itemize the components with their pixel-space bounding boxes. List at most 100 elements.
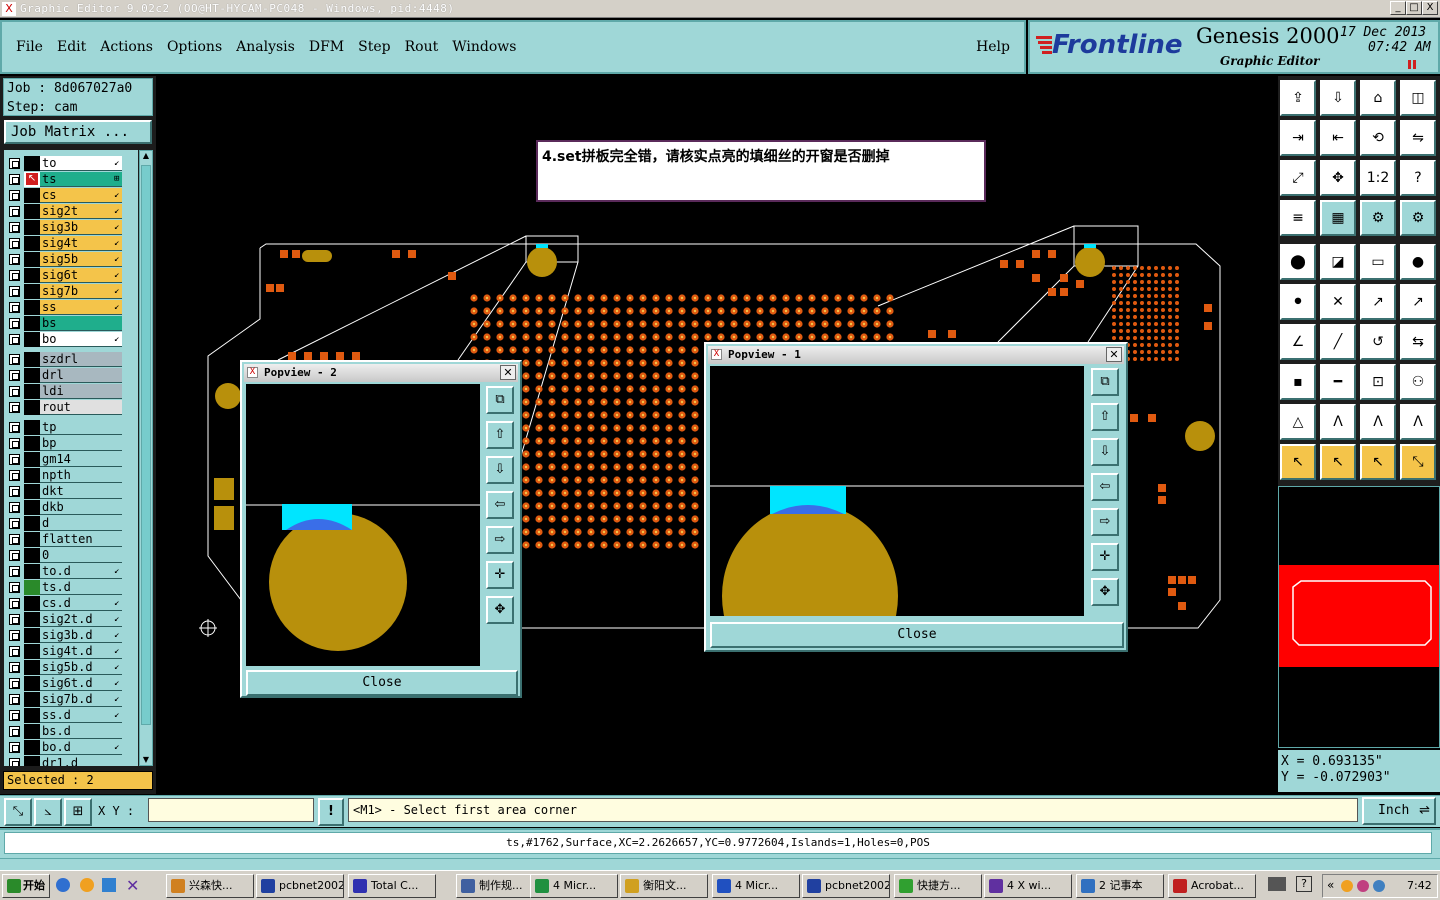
tray-expand-icon[interactable]: « [1327,878,1334,892]
layer-display-slot[interactable] [24,204,40,219]
layer-checkbox[interactable] [9,662,20,673]
taskbar-item[interactable]: 2 记事本 [1076,874,1164,898]
layer-checkbox[interactable] [9,238,20,249]
layer-name[interactable]: cs [40,188,122,203]
layer-checkbox[interactable] [9,402,20,413]
menu-actions[interactable]: Actions [100,39,153,55]
layer-row[interactable]: ts.d [4,580,138,595]
layer-row[interactable]: bs.d [4,724,138,739]
tray-icon[interactable] [1341,880,1353,892]
tool-icon[interactable]: Λ [1320,404,1356,440]
taskbar-item[interactable]: 4 X wi... [984,874,1072,898]
close-window-button[interactable]: X [1422,1,1438,15]
layer-row[interactable]: gm14 [4,452,138,467]
layer-checkbox[interactable] [9,270,20,281]
layer-display-slot[interactable] [24,436,40,451]
layer-checkbox[interactable] [9,302,20,313]
popview-2-view[interactable] [246,384,480,666]
layer-row[interactable]: cs ↙ [4,188,138,203]
zoom-in-icon[interactable]: ✛ [1091,543,1119,571]
layer-row[interactable]: ss.d ↙ [4,708,138,723]
taskbar-item[interactable]: Acrobat... [1168,874,1256,898]
menu-dfm[interactable]: DFM [309,39,344,55]
layer-row[interactable]: sig5b.d ↙ [4,660,138,675]
layer-display-slot[interactable] [24,596,40,611]
layer-checkbox[interactable] [9,678,20,689]
layer-name[interactable]: flatten [40,532,122,547]
layer-checkbox[interactable] [9,254,20,265]
units-toggle-icon[interactable]: ⇌ [1419,799,1430,823]
help-icon[interactable]: ? [1400,160,1436,196]
layer-row[interactable]: ldi [4,384,138,399]
layer-name[interactable]: sig4t [40,236,122,251]
layer-name[interactable]: sig5b.d [40,660,122,675]
tool-icon[interactable]: ⚫ [1280,284,1316,320]
scale-icon[interactable]: 1:2 [1360,160,1396,196]
tool-icon[interactable]: ⬤ [1280,244,1316,280]
layer-display-slot[interactable] [24,484,40,499]
layer-display-slot[interactable] [24,692,40,707]
layer-checkbox[interactable] [9,454,20,465]
layer-name[interactable]: ts [40,172,122,187]
layer-list-scrollbar[interactable]: ▲ ▼ [139,150,153,766]
menu-windows[interactable]: Windows [452,39,516,55]
layer-display-slot[interactable] [24,268,40,283]
layer-name[interactable]: ss.d [40,708,122,723]
layer-checkbox[interactable] [9,566,20,577]
alert-button[interactable]: ! [318,798,344,826]
home-icon[interactable]: ⌂ [1360,80,1396,116]
tool-icon[interactable]: ⇆ [1400,324,1436,360]
layer-row[interactable]: sig3b ↙ [4,220,138,235]
layer-row[interactable]: sig4t.d ↙ [4,644,138,659]
layer-row[interactable]: ss ↙ [4,300,138,315]
layer-display-slot[interactable] [24,316,40,331]
tool-icon[interactable]: ⇪ [1280,80,1316,116]
layer-row[interactable]: sig6t.d ↙ [4,676,138,691]
layer-name[interactable]: sig6t [40,268,122,283]
measure-icon[interactable]: ⦣ [34,798,62,826]
menu-file[interactable]: File [16,39,43,55]
tool-icon[interactable]: ⚇ [1400,364,1436,400]
zoom-fit-icon[interactable]: ⧉ [1091,368,1119,396]
layer-checkbox[interactable] [9,598,20,609]
layer-row[interactable]: szdrl [4,352,138,367]
layer-name[interactable]: bs [40,316,122,331]
layer-display-slot[interactable] [24,500,40,515]
layer-name[interactable]: sig3b [40,220,122,235]
layer-display-slot[interactable] [24,188,40,203]
layer-display-slot[interactable] [24,644,40,659]
layer-name[interactable]: ts.d [40,580,122,595]
layer-name[interactable]: to.d [40,564,122,579]
layer-display-slot[interactable] [24,368,40,383]
zoom-out-icon[interactable]: ✥ [1091,578,1119,606]
layer-display-slot[interactable] [24,284,40,299]
popview-2-close-x[interactable]: ✕ [500,365,516,380]
taskbar-item[interactable]: 快捷方... [894,874,982,898]
menu-rout[interactable]: Rout [405,39,439,55]
tool-icon[interactable]: ◪ [1320,244,1356,280]
overview-preview[interactable] [1278,486,1440,748]
layer-checkbox[interactable] [9,758,20,766]
layer-checkbox[interactable] [9,158,20,169]
tool-icon[interactable]: Λ [1360,404,1396,440]
layer-row[interactable]: sig2t ↙ [4,204,138,219]
layer-display-slot[interactable] [24,420,40,435]
layer-checkbox[interactable] [9,422,20,433]
zoom-fit-icon[interactable]: ⧉ [486,386,514,414]
layer-checkbox[interactable] [9,710,20,721]
tool-icon[interactable]: ⚙ [1360,200,1396,236]
layer-checkbox[interactable] [9,614,20,625]
pause-icon[interactable] [1408,60,1416,69]
select-icon[interactable]: ⤡ [1400,444,1436,480]
layer-checkbox[interactable] [9,354,20,365]
layer-checkbox[interactable] [9,534,20,545]
layer-row[interactable]: drl [4,368,138,383]
popview-2-close-button[interactable]: Close [246,670,518,696]
ie-icon[interactable] [56,878,70,892]
layer-row[interactable]: dkb [4,500,138,515]
grid-icon[interactable]: ⊞ [64,798,92,826]
layer-checkbox[interactable] [9,502,20,513]
pan-right-icon[interactable]: ⇨ [486,526,514,554]
layer-name[interactable]: to [40,156,122,171]
layer-checkbox[interactable] [9,694,20,705]
